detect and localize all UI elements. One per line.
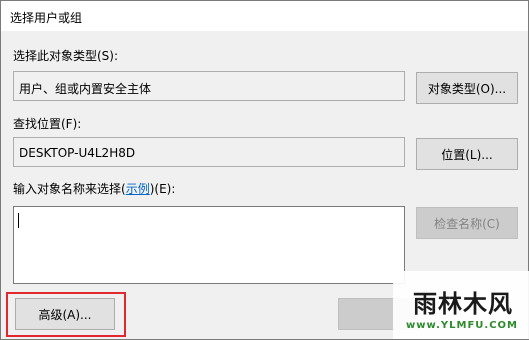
check-names-button-label: 检查名称(C) bbox=[434, 216, 500, 231]
select-users-or-groups-dialog: 选择用户或组 选择此对象类型(S): 用户、组或内置安全主体 对象类型(O)..… bbox=[0, 0, 529, 340]
watermark-logo: 雨林木风 bbox=[413, 289, 513, 318]
examples-link[interactable]: 示例 bbox=[126, 182, 150, 196]
object-names-label: 输入对象名称来选择(示例)(E): bbox=[13, 180, 175, 197]
text-caret bbox=[18, 213, 19, 228]
locations-button[interactable]: 位置(L)... bbox=[416, 138, 518, 170]
object-types-button[interactable]: 对象类型(O)... bbox=[416, 72, 518, 104]
object-names-label-suffix: )(E): bbox=[149, 182, 176, 196]
object-names-label-prefix: 输入对象名称来选择( bbox=[13, 182, 126, 196]
location-value: DESKTOP-U4L2H8D bbox=[19, 146, 136, 160]
object-types-field: 用户、组或内置安全主体 bbox=[13, 71, 405, 101]
locations-button-label: 位置(L)... bbox=[441, 147, 493, 162]
window-title: 选择用户或组 bbox=[10, 11, 83, 25]
advanced-button-highlight bbox=[6, 292, 126, 337]
object-types-label: 选择此对象类型(S): bbox=[13, 49, 119, 63]
object-names-input[interactable] bbox=[13, 206, 405, 284]
title-bar[interactable]: 选择用户或组 bbox=[1, 1, 528, 31]
object-types-value: 用户、组或内置安全主体 bbox=[19, 82, 152, 96]
check-names-button[interactable]: 检查名称(C) bbox=[416, 207, 518, 239]
watermark-url: www.YLMFU.COM bbox=[406, 320, 518, 331]
location-field: DESKTOP-U4L2H8D bbox=[13, 137, 405, 167]
object-types-button-label: 对象类型(O)... bbox=[427, 81, 507, 96]
location-label: 查找位置(F): bbox=[13, 117, 82, 131]
